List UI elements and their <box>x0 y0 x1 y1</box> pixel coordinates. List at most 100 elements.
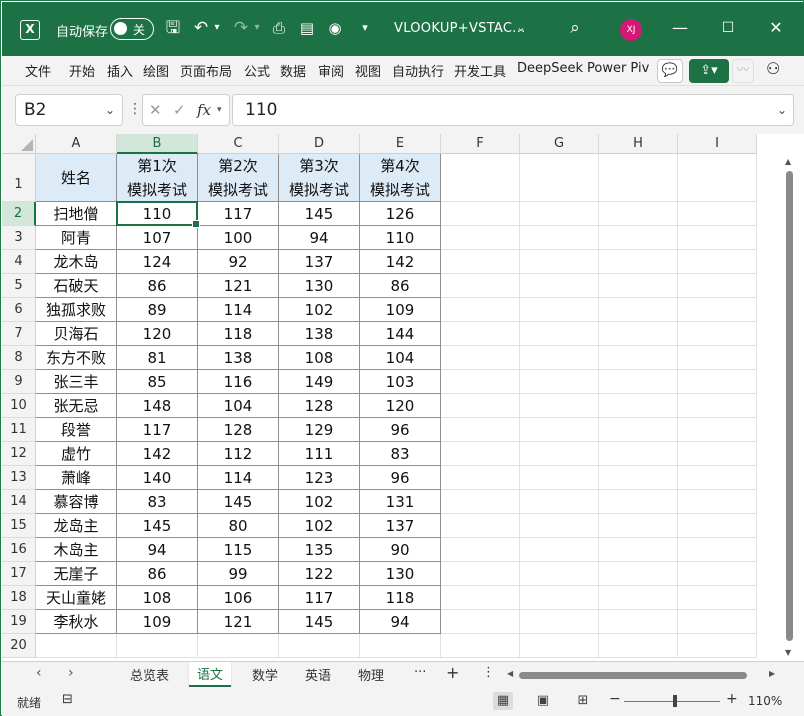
score-cell[interactable]: 145 <box>198 490 279 514</box>
empty-cell[interactable] <box>441 370 520 394</box>
score-cell[interactable]: 85 <box>117 370 198 394</box>
row-header[interactable]: 14 <box>2 490 36 514</box>
tab-file[interactable]: 文件 <box>25 61 51 80</box>
zoom-level[interactable]: 110% <box>748 694 782 708</box>
minimize-icon[interactable]: — <box>670 18 690 38</box>
empty-cell[interactable] <box>599 274 678 298</box>
score-cell[interactable]: 121 <box>198 274 279 298</box>
row-header[interactable]: 19 <box>2 610 36 634</box>
header-cell[interactable]: 第3次 模拟考试 <box>279 154 360 202</box>
score-cell[interactable]: 108 <box>279 346 360 370</box>
score-cell[interactable]: 117 <box>198 202 279 226</box>
score-cell[interactable]: 106 <box>198 586 279 610</box>
name-cell[interactable]: 段誉 <box>36 418 117 442</box>
zoom-out-icon[interactable]: − <box>609 691 621 707</box>
fx-chevron-icon[interactable]: ▾ <box>217 105 222 115</box>
score-cell[interactable]: 135 <box>279 538 360 562</box>
column-header[interactable]: G <box>520 134 599 154</box>
row-header[interactable]: 17 <box>2 562 36 586</box>
score-cell[interactable]: 120 <box>360 394 441 418</box>
empty-cell[interactable] <box>599 586 678 610</box>
score-cell[interactable]: 145 <box>279 610 360 634</box>
empty-cell[interactable] <box>441 250 520 274</box>
empty-cell[interactable] <box>520 490 599 514</box>
score-cell[interactable]: 130 <box>279 274 360 298</box>
empty-cell[interactable] <box>520 226 599 250</box>
empty-cell[interactable] <box>441 538 520 562</box>
name-cell[interactable]: 东方不败 <box>36 346 117 370</box>
score-cell[interactable]: 100 <box>198 226 279 250</box>
empty-cell[interactable] <box>441 514 520 538</box>
empty-cell[interactable] <box>520 586 599 610</box>
empty-cell[interactable] <box>678 466 757 490</box>
empty-cell[interactable] <box>441 394 520 418</box>
score-cell[interactable]: 124 <box>117 250 198 274</box>
score-cell[interactable]: 128 <box>198 418 279 442</box>
row-header[interactable]: 3 <box>2 226 36 250</box>
empty-cell[interactable] <box>441 442 520 466</box>
empty-cell[interactable] <box>520 442 599 466</box>
name-cell[interactable]: 贝海石 <box>36 322 117 346</box>
empty-cell[interactable] <box>599 226 678 250</box>
score-cell[interactable]: 103 <box>360 370 441 394</box>
score-cell[interactable]: 138 <box>279 322 360 346</box>
score-cell[interactable]: 111 <box>279 442 360 466</box>
score-cell[interactable]: 104 <box>198 394 279 418</box>
empty-cell[interactable] <box>520 154 599 202</box>
row-header[interactable]: 16 <box>2 538 36 562</box>
empty-cell[interactable] <box>441 610 520 634</box>
empty-cell[interactable] <box>441 346 520 370</box>
row-header[interactable]: 15 <box>2 514 36 538</box>
empty-cell[interactable] <box>678 586 757 610</box>
tab-data[interactable]: 数据 <box>280 61 306 80</box>
column-header[interactable]: D <box>279 134 360 154</box>
undo-dropdown-icon[interactable]: ▾ <box>206 17 228 39</box>
empty-cell[interactable] <box>599 490 678 514</box>
empty-cell[interactable] <box>678 394 757 418</box>
score-cell[interactable]: 114 <box>198 466 279 490</box>
score-cell[interactable]: 137 <box>279 250 360 274</box>
score-cell[interactable]: 120 <box>117 322 198 346</box>
sheet-tab-chinese[interactable]: 语文 <box>189 662 232 687</box>
score-cell[interactable]: 104 <box>360 346 441 370</box>
score-cell[interactable]: 109 <box>117 610 198 634</box>
empty-cell[interactable] <box>599 610 678 634</box>
empty-cell[interactable] <box>678 442 757 466</box>
score-cell[interactable]: 145 <box>117 514 198 538</box>
score-cell[interactable]: 142 <box>360 250 441 274</box>
score-cell[interactable]: 81 <box>117 346 198 370</box>
customize-toolbar-icon[interactable]: ▾ <box>354 17 376 39</box>
empty-cell[interactable] <box>678 154 757 202</box>
autosave-toggle[interactable]: 关 <box>110 18 154 40</box>
row-header[interactable]: 5 <box>2 274 36 298</box>
tab-insert[interactable]: 插入 <box>107 61 133 80</box>
sheet-tab-overview[interactable]: 总览表 <box>130 665 169 684</box>
score-cell[interactable]: 96 <box>360 466 441 490</box>
tab-page-layout[interactable]: 页面布局 <box>180 61 232 80</box>
empty-cell[interactable] <box>599 322 678 346</box>
score-cell[interactable]: 80 <box>198 514 279 538</box>
column-header[interactable]: I <box>678 134 757 154</box>
name-cell[interactable]: 龙岛主 <box>36 514 117 538</box>
empty-cell[interactable] <box>441 322 520 346</box>
empty-cell[interactable] <box>678 274 757 298</box>
active-cell-selection[interactable] <box>116 201 200 228</box>
empty-cell[interactable] <box>678 370 757 394</box>
empty-cell[interactable] <box>441 154 520 202</box>
empty-cell[interactable] <box>520 394 599 418</box>
score-cell[interactable]: 140 <box>117 466 198 490</box>
score-cell[interactable]: 131 <box>360 490 441 514</box>
hscroll-thumb[interactable] <box>519 672 747 679</box>
score-cell[interactable]: 112 <box>198 442 279 466</box>
tab-developer[interactable]: 开发工具 <box>454 61 506 80</box>
row-header[interactable]: 10 <box>2 394 36 418</box>
column-header[interactable]: H <box>599 134 678 154</box>
name-cell[interactable]: 张三丰 <box>36 370 117 394</box>
row-header[interactable]: 7 <box>2 322 36 346</box>
title-chevron-down-icon[interactable]: ⌄ <box>510 17 532 39</box>
score-cell[interactable]: 109 <box>360 298 441 322</box>
name-cell[interactable]: 扫地僧 <box>36 202 117 226</box>
camera-icon[interactable]: ◉ <box>324 17 346 39</box>
scroll-up-icon[interactable]: ▲ <box>785 157 791 166</box>
score-cell[interactable]: 122 <box>279 562 360 586</box>
